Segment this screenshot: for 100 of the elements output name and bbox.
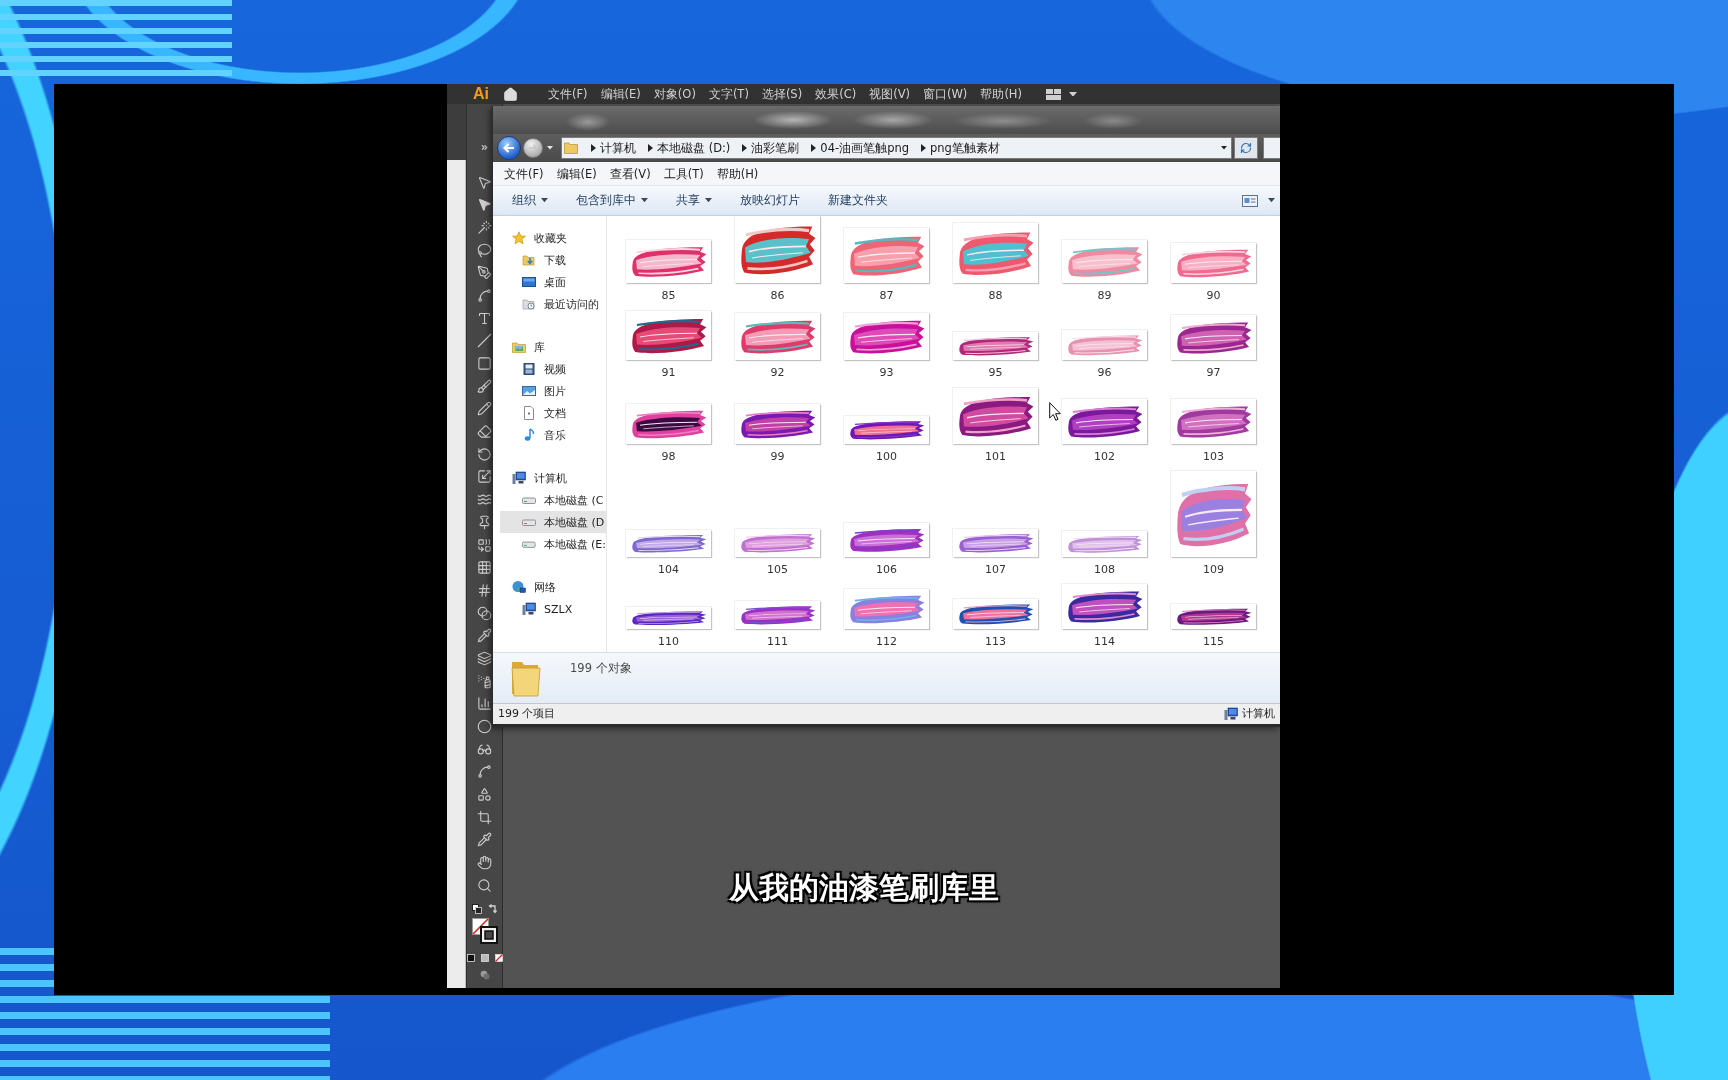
circle-icon[interactable] <box>477 719 492 734</box>
file-name[interactable]: 105 <box>763 562 792 578</box>
file-name[interactable]: 110 <box>654 634 683 650</box>
breadcrumb-arrow-icon[interactable] <box>742 144 748 152</box>
brush-stroke-thumbnail[interactable] <box>844 589 929 629</box>
overlapping-squares-icon[interactable] <box>471 903 482 914</box>
brush-stroke-thumbnail[interactable] <box>953 223 1038 283</box>
file-name[interactable]: 111 <box>763 634 792 650</box>
toolbar-button[interactable]: 新建文件夹 <box>814 188 902 213</box>
sidebar-item[interactable]: 计算机 <box>493 467 606 489</box>
file-name[interactable]: 97 <box>1202 365 1225 381</box>
sidebar-item[interactable]: 下载 <box>500 249 606 271</box>
spray-can-icon[interactable] <box>477 673 492 689</box>
file-name[interactable]: 106 <box>872 562 901 578</box>
brush-stroke-thumbnail[interactable] <box>1062 240 1147 283</box>
menu-item[interactable]: 对象(O) <box>653 86 696 102</box>
grid-icon[interactable] <box>477 560 492 576</box>
file-name[interactable]: 108 <box>1090 562 1119 578</box>
brush-stroke-thumbnail[interactable] <box>953 388 1038 444</box>
sidebar-item[interactable]: 收藏夹 <box>493 227 606 249</box>
brush-icon[interactable] <box>477 378 492 394</box>
caret-icon[interactable] <box>641 198 648 203</box>
pen-icon[interactable] <box>477 265 492 281</box>
breadcrumb-arrow-icon[interactable] <box>921 144 927 152</box>
brush-stroke-thumbnail[interactable] <box>1171 604 1256 629</box>
brush-stroke-thumbnail[interactable] <box>735 216 820 283</box>
caret-icon[interactable] <box>1268 198 1275 203</box>
file-name[interactable]: 102 <box>1090 449 1119 465</box>
file-name[interactable]: 101 <box>981 449 1010 465</box>
brush-stroke-thumbnail[interactable] <box>1171 399 1256 444</box>
solid-square-icon[interactable] <box>466 953 475 962</box>
brush-stroke-thumbnail[interactable] <box>844 313 929 360</box>
caret-icon[interactable] <box>547 146 553 150</box>
lasso-icon[interactable] <box>477 242 492 258</box>
eraser-icon[interactable] <box>477 424 492 440</box>
back-button[interactable] <box>497 136 521 160</box>
menu-item[interactable]: 帮助(H) <box>980 86 1022 102</box>
fill-stroke-icon[interactable] <box>471 917 498 944</box>
file-name[interactable]: 104 <box>654 562 683 578</box>
curve-icon[interactable] <box>477 764 492 780</box>
file-name[interactable]: 95 <box>984 365 1007 381</box>
sidebar-item[interactable]: 库 <box>493 336 606 358</box>
eyedropper-icon[interactable] <box>477 628 492 644</box>
search-field[interactable] <box>1263 137 1280 159</box>
plain-square-icon[interactable] <box>480 953 489 962</box>
file-name[interactable]: 113 <box>981 634 1010 650</box>
text-icon[interactable] <box>477 310 492 326</box>
menu-item[interactable]: 效果(C) <box>815 86 857 102</box>
collapse-arrows-icon[interactable] <box>480 143 489 152</box>
layers-icon[interactable] <box>477 650 492 666</box>
file-name[interactable]: 88 <box>984 288 1007 304</box>
brush-stroke-thumbnail[interactable] <box>844 416 929 444</box>
brush-stroke-thumbnail[interactable] <box>1062 584 1147 629</box>
bar-chart-icon[interactable] <box>477 696 492 712</box>
sidebar-item[interactable]: 网络 <box>493 576 606 598</box>
brush-stroke-thumbnail[interactable] <box>953 599 1038 629</box>
caret-icon[interactable] <box>1221 146 1227 150</box>
brush-stroke-thumbnail[interactable] <box>844 523 929 557</box>
menu-item[interactable]: 文件(F) <box>504 165 544 182</box>
file-name[interactable]: 115 <box>1199 634 1228 650</box>
menu-item[interactable]: 编辑(E) <box>556 165 597 182</box>
breadcrumb-arrow-icon[interactable] <box>648 144 653 152</box>
file-name[interactable]: 92 <box>766 365 789 381</box>
scale-icon[interactable] <box>477 469 492 485</box>
menu-item[interactable]: 帮助(H) <box>716 165 759 182</box>
breadcrumb-item[interactable]: 油彩笔刷 <box>751 140 800 156</box>
file-name[interactable]: 96 <box>1093 365 1116 381</box>
sidebar-item[interactable]: 桌面 <box>500 271 606 293</box>
sidebar-item[interactable]: 文档 <box>500 402 606 424</box>
brush-stroke-thumbnail[interactable] <box>626 607 711 629</box>
menu-item[interactable]: 文件(F) <box>548 86 588 102</box>
brush-stroke-thumbnail[interactable] <box>626 311 711 360</box>
combine-shapes-icon[interactable] <box>477 537 492 553</box>
file-name[interactable]: 93 <box>875 365 898 381</box>
pointer-icon[interactable] <box>477 174 492 190</box>
brush-stroke-thumbnail[interactable] <box>1062 531 1147 557</box>
menu-item[interactable]: 选择(S) <box>761 86 803 102</box>
layout-icon[interactable] <box>1046 88 1061 100</box>
rotate-icon[interactable] <box>477 446 492 462</box>
file-name[interactable]: 89 <box>1093 288 1116 304</box>
menu-item[interactable]: 查看(V) <box>609 165 651 182</box>
file-name[interactable]: 85 <box>657 288 680 304</box>
sidebar-item[interactable]: 本地磁盘 (D <box>500 511 606 533</box>
curve-icon[interactable] <box>477 287 492 303</box>
file-name[interactable]: 99 <box>766 449 789 465</box>
breadcrumb-item[interactable]: 计算机 <box>600 140 636 156</box>
circles-icon[interactable] <box>479 969 490 980</box>
zoom-icon[interactable] <box>477 877 492 893</box>
menu-item[interactable]: 窗口(W) <box>923 86 968 102</box>
view-icon[interactable] <box>1242 194 1258 207</box>
file-name[interactable]: 100 <box>872 449 901 465</box>
swap-arrow-icon[interactable] <box>487 903 498 914</box>
sidebar-item[interactable]: SZLX <box>500 598 606 620</box>
file-name[interactable]: 86 <box>766 288 789 304</box>
rectangle-icon[interactable] <box>477 356 492 371</box>
caret-icon[interactable] <box>705 198 712 203</box>
brush-stroke-thumbnail[interactable] <box>735 601 820 629</box>
brush-stroke-thumbnail[interactable] <box>953 332 1038 360</box>
brush-stroke-thumbnail[interactable] <box>1171 243 1256 283</box>
pin-icon[interactable] <box>477 514 492 530</box>
